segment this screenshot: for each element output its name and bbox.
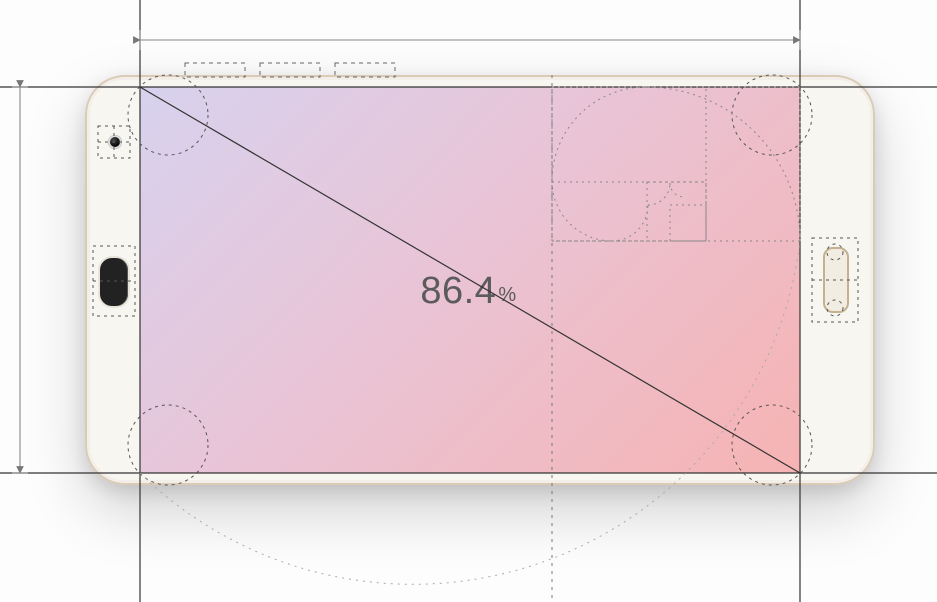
diagram-canvas: 86.4% — [0, 0, 937, 602]
ratio-value: 86.4 — [420, 270, 496, 312]
ratio-unit: % — [498, 284, 516, 306]
ratio-label: 86.4% — [0, 270, 937, 313]
front-camera-icon — [108, 135, 122, 149]
